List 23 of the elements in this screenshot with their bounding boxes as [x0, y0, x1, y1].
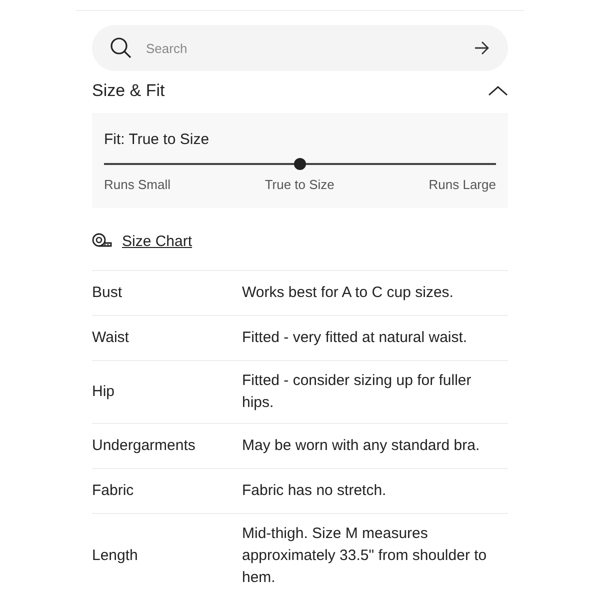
scale-label: True to Size: [264, 177, 334, 192]
detail-value: Works best for A to C cup sizes.: [242, 283, 454, 303]
detail-label: Undergarments: [92, 436, 196, 456]
detail-label: Length: [92, 546, 139, 566]
detail-label: Waist: [92, 328, 130, 348]
tape-measure-icon: [92, 233, 112, 249]
detail-value: May be worn with any standard bra.: [242, 436, 481, 456]
detail-label: Hip: [92, 382, 116, 402]
scale-label: Runs Large: [428, 177, 496, 192]
detail-label: Fabric: [92, 481, 135, 501]
size-chart-link[interactable]: Size Chart: [122, 232, 192, 250]
scale-label: Runs Small: [104, 177, 170, 192]
detail-value: Mid-thigh. Size M measures approximately 33.5" from shoulder to hem.: [242, 524, 488, 588]
search-icon: [110, 37, 132, 59]
detail-label: Bust: [92, 283, 124, 303]
arrow-right-icon[interactable]: [474, 41, 490, 55]
fit-label: Fit: True to Size: [104, 131, 210, 148]
detail-value: Fitted - consider sizing up for fuller hips.: [242, 371, 472, 413]
chevron-icon[interactable]: [488, 86, 508, 96]
section-title: Size & Fit: [92, 81, 165, 101]
detail-value: Fabric has no stretch.: [242, 481, 388, 501]
detail-value: Fitted - very fitted at natural waist.: [242, 328, 468, 348]
search-field[interactable]: Search: [146, 40, 460, 56]
